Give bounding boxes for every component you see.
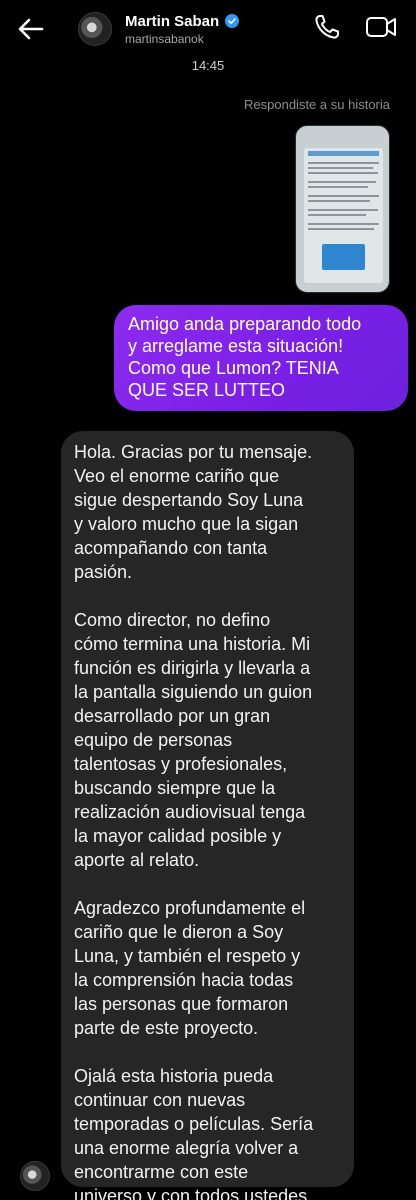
sent-message-bubble[interactable]: Amigo anda preparando todo y arreglame e…: [114, 305, 408, 411]
phone-icon: [315, 15, 339, 39]
story-preview-content: [304, 148, 383, 283]
voice-call-button[interactable]: [312, 12, 342, 42]
received-message-bubble[interactable]: Hola. Gracias por tu mensaje. Veo el eno…: [61, 431, 354, 1200]
verified-badge-icon: [225, 14, 240, 28]
message-timestamp: 14:45: [191, 58, 225, 73]
video-call-button[interactable]: [364, 12, 398, 42]
contact-name: Martin Saban: [125, 12, 220, 30]
story-reply-label: Respondiste a su historia: [244, 97, 390, 112]
arrow-left-icon: [18, 18, 44, 40]
story-thumbnail[interactable]: [295, 125, 390, 293]
chat-header: Martin Saban martinsabanok: [0, 0, 416, 60]
sender-avatar[interactable]: [20, 1161, 50, 1191]
video-camera-icon: [366, 17, 396, 37]
contact-username[interactable]: martinsabanok: [125, 32, 204, 46]
avatar[interactable]: [78, 12, 112, 46]
back-button[interactable]: [14, 12, 48, 46]
contact-name-row[interactable]: Martin Saban: [125, 11, 240, 31]
